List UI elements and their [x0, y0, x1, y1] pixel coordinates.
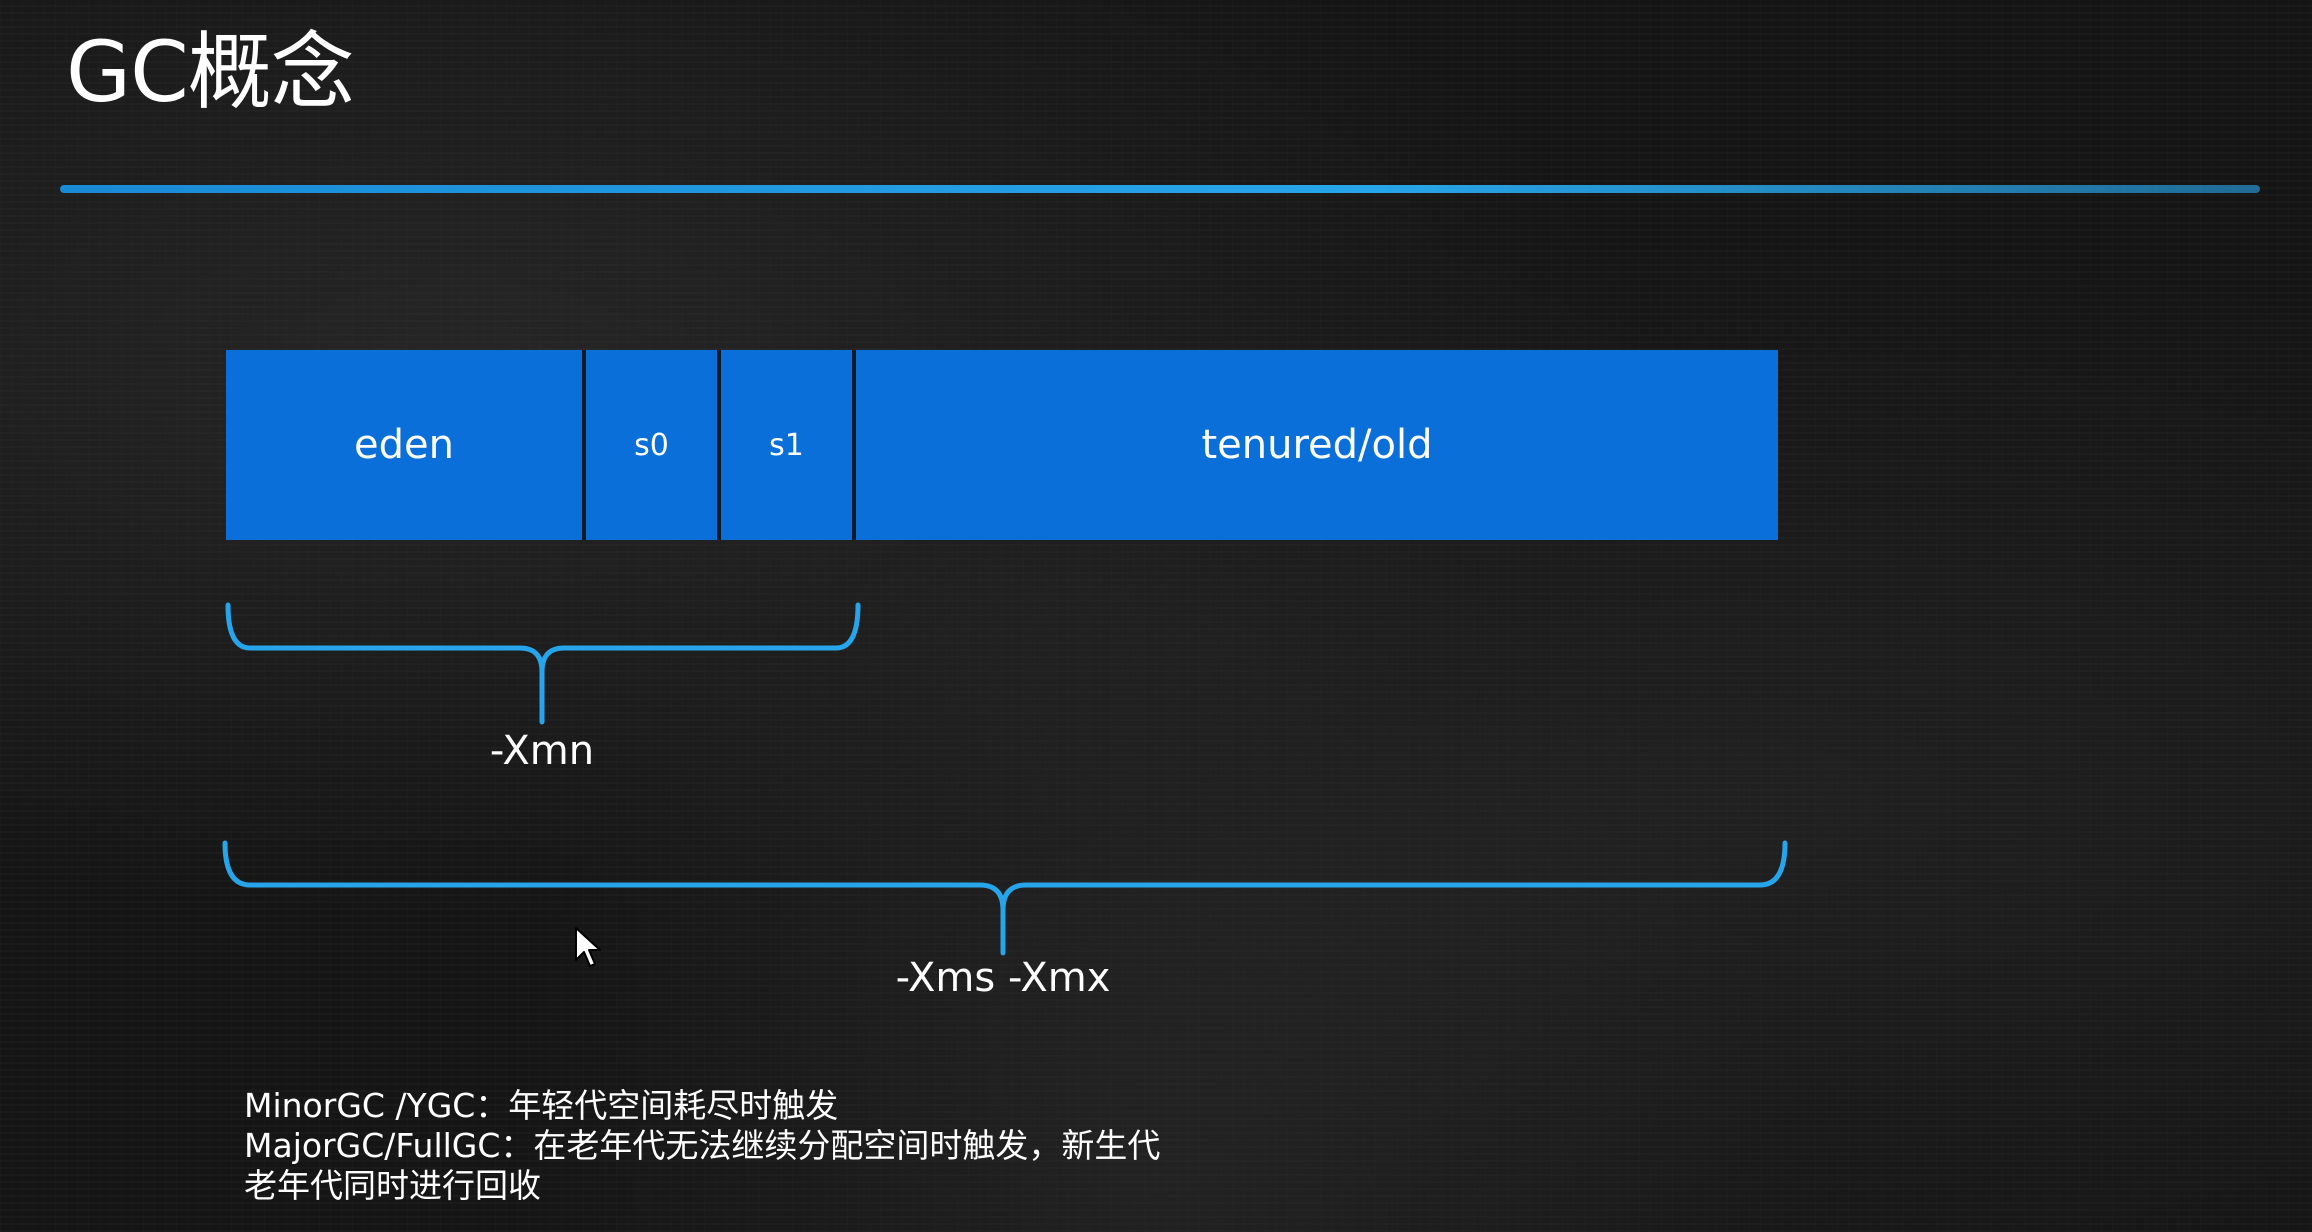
xmn-label: -Xmn: [489, 728, 595, 774]
whole-heap-brace: [222, 840, 1788, 956]
gc-notes: MinorGC /YGC：年轻代空间耗尽时触发 MajorGC/FullGC：在…: [244, 1086, 1160, 1206]
xms-xmx-label: -Xms -Xmx: [895, 955, 1111, 1001]
slide: GC概念 eden s0 s1 tenured/old -Xmn -Xms -X…: [0, 0, 2312, 1232]
mouse-pointer-icon: [575, 927, 601, 967]
brace-diagram: [222, 602, 1788, 956]
major-gc-note: MajorGC/FullGC：在老年代无法继续分配空间时触发，新生代: [244, 1126, 1161, 1165]
minor-gc-note: MinorGC /YGC：年轻代空间耗尽时触发: [244, 1086, 839, 1125]
major-gc-note-continued: 老年代同时进行回收: [244, 1166, 541, 1205]
young-generation-brace: [225, 602, 861, 725]
